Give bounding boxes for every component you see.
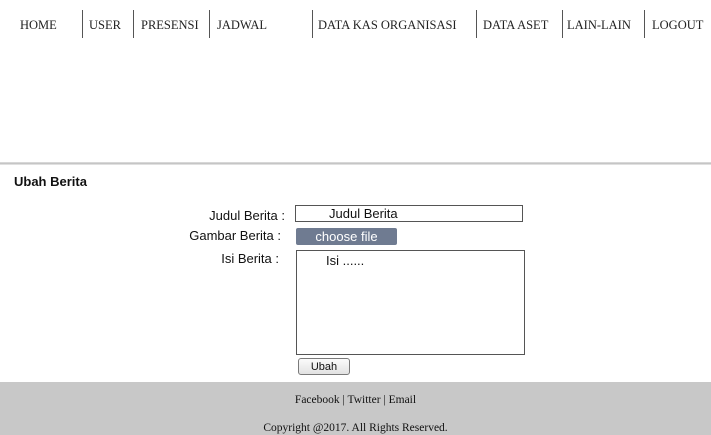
nav-data-aset[interactable]: DATA ASET [483, 10, 548, 40]
nav-presensi[interactable]: PRESENSI [141, 10, 199, 40]
nav-lain-lain[interactable]: LAIN-LAIN [567, 10, 631, 40]
nav-divider [312, 10, 313, 38]
isi-berita-textarea[interactable]: Isi ...... [296, 250, 525, 355]
copyright-text: Copyright @2017. All Rights Reserved. [263, 422, 448, 434]
judul-berita-label: Judul Berita : [209, 208, 285, 223]
choose-file-button[interactable]: choose file [296, 228, 397, 245]
nav-divider [82, 10, 83, 38]
top-nav: HOME USER PRESENSI JADWAL DATA KAS ORGAN… [0, 10, 711, 40]
footer: Facebook | Twitter | Email Copyright @20… [0, 382, 711, 435]
email-link[interactable]: Email [389, 394, 416, 406]
ubah-button[interactable]: Ubah [298, 358, 350, 375]
facebook-link[interactable]: Facebook [295, 394, 340, 406]
content-divider [0, 162, 711, 165]
nav-jadwal[interactable]: JADWAL [217, 10, 267, 40]
footer-separator: | [380, 394, 389, 406]
nav-divider [133, 10, 134, 38]
gambar-berita-label: Gambar Berita : [189, 228, 281, 243]
nav-divider [476, 10, 477, 38]
nav-divider [644, 10, 645, 38]
footer-links: Facebook | Twitter | Email [0, 394, 711, 406]
isi-berita-label: Isi Berita : [221, 251, 279, 266]
nav-home[interactable]: HOME [20, 10, 57, 40]
page-title: Ubah Berita [14, 174, 87, 189]
nav-user[interactable]: USER [89, 10, 121, 40]
nav-divider [562, 10, 563, 38]
twitter-link[interactable]: Twitter [348, 394, 381, 406]
nav-logout[interactable]: LOGOUT [652, 10, 703, 40]
nav-divider [209, 10, 210, 38]
nav-data-kas-organisasi[interactable]: DATA KAS ORGANISASI [318, 10, 457, 40]
footer-separator: | [339, 394, 348, 406]
judul-berita-input[interactable] [295, 205, 523, 222]
